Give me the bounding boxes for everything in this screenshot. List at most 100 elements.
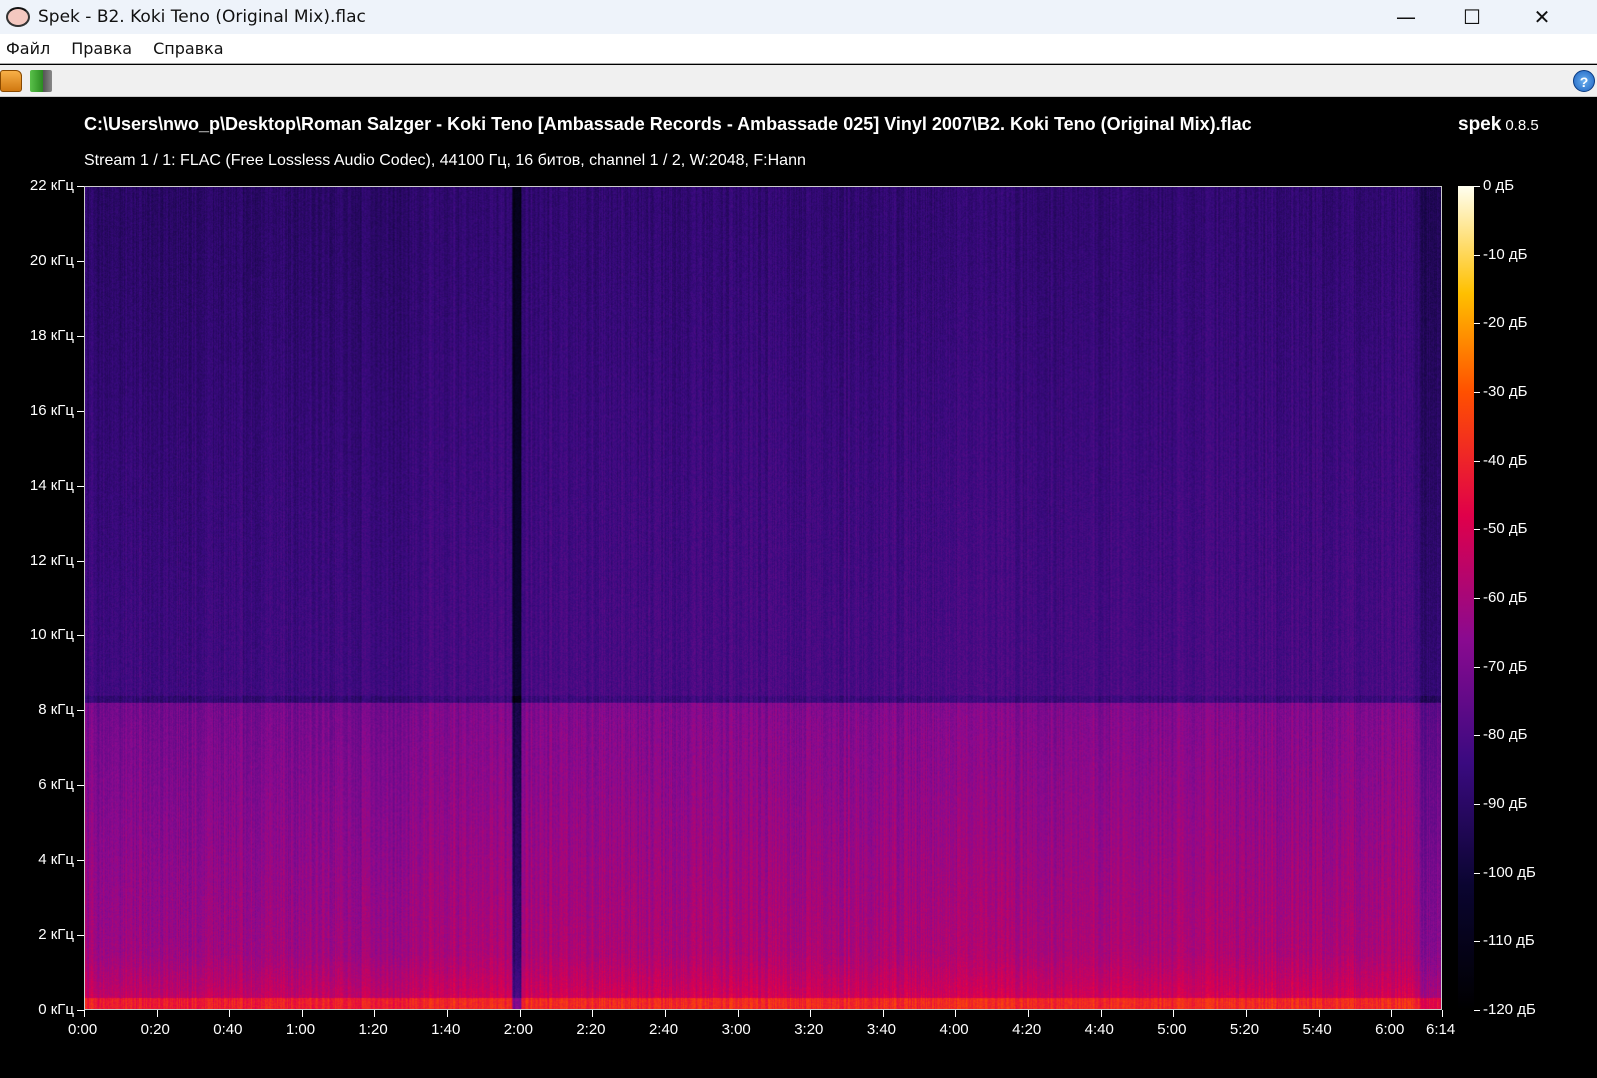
time-tick: [1391, 1010, 1392, 1017]
time-tick-label: 3:40: [867, 1021, 896, 1038]
freq-tick-label: 12 кГц: [4, 552, 74, 569]
time-tick: [883, 1010, 884, 1017]
time-tick: [810, 1010, 811, 1017]
stream-info: Stream 1 / 1: FLAC (Free Lossless Audio …: [84, 152, 806, 170]
maximize-button[interactable]: ☐: [1437, 0, 1507, 34]
db-tick-label: -110 дБ: [1483, 932, 1535, 949]
time-tick-label: 0:00: [68, 1021, 97, 1038]
freq-tick: [77, 561, 84, 562]
title-bar: Spek - B2. Koki Teno (Original Mix).flac…: [0, 0, 1597, 34]
time-tick-label: 1:40: [431, 1021, 460, 1038]
time-tick-label: 1:20: [358, 1021, 387, 1038]
freq-tick: [77, 710, 84, 711]
time-tick: [84, 1010, 85, 1017]
spectrogram: [84, 186, 1442, 1010]
window-title: Spek - B2. Koki Teno (Original Mix).flac: [38, 7, 366, 27]
freq-tick-label: 4 кГц: [4, 851, 74, 868]
db-tick-label: -80 дБ: [1483, 726, 1527, 743]
freq-tick-label: 18 кГц: [4, 327, 74, 344]
time-tick-label: 0:40: [213, 1021, 242, 1038]
db-tick: [1474, 1010, 1480, 1011]
db-tick: [1474, 598, 1480, 599]
db-tick: [1474, 323, 1480, 324]
freq-tick-label: 20 кГц: [4, 252, 74, 269]
db-tick-label: -90 дБ: [1483, 795, 1527, 812]
menu-help[interactable]: Справка: [153, 39, 224, 58]
spek-brand: spek 0.8.5: [1458, 114, 1539, 136]
db-tick: [1474, 186, 1480, 187]
freq-tick-label: 16 кГц: [4, 402, 74, 419]
freq-tick-label: 2 кГц: [4, 926, 74, 943]
db-tick-label: -100 дБ: [1483, 864, 1536, 881]
freq-tick-label: 6 кГц: [4, 776, 74, 793]
time-tick-label: 6:00: [1375, 1021, 1404, 1038]
db-tick: [1474, 941, 1480, 942]
minimize-button[interactable]: —: [1371, 0, 1441, 34]
freq-tick: [77, 186, 84, 187]
time-tick: [302, 1010, 303, 1017]
freq-tick: [77, 1010, 84, 1011]
help-icon[interactable]: ?: [1573, 70, 1595, 92]
db-tick-label: -50 дБ: [1483, 520, 1527, 537]
time-tick-label: 3:00: [722, 1021, 751, 1038]
db-tick-label: -60 дБ: [1483, 589, 1527, 606]
version: 0.8.5: [1505, 117, 1538, 134]
freq-tick-label: 10 кГц: [4, 626, 74, 643]
time-tick-label: 4:20: [1012, 1021, 1041, 1038]
time-tick-label: 3:20: [794, 1021, 823, 1038]
freq-tick: [77, 635, 84, 636]
db-tick: [1474, 529, 1480, 530]
db-colorbar: [1458, 186, 1474, 1010]
db-tick-label: -30 дБ: [1483, 383, 1527, 400]
time-tick: [229, 1010, 230, 1017]
db-tick-label: 0 дБ: [1483, 177, 1514, 194]
db-tick: [1474, 804, 1480, 805]
freq-tick: [77, 411, 84, 412]
db-tick-label: -120 дБ: [1483, 1001, 1536, 1018]
time-tick: [1319, 1010, 1320, 1017]
time-tick: [447, 1010, 448, 1017]
time-tick-label: 5:00: [1157, 1021, 1186, 1038]
time-tick: [1101, 1010, 1102, 1017]
db-tick-label: -70 дБ: [1483, 658, 1527, 675]
freq-tick: [77, 261, 84, 262]
time-tick-label: 5:20: [1230, 1021, 1259, 1038]
time-tick: [1442, 1010, 1443, 1017]
time-tick: [374, 1010, 375, 1017]
freq-tick: [77, 785, 84, 786]
db-tick-label: -40 дБ: [1483, 452, 1527, 469]
time-tick-label: 4:40: [1085, 1021, 1114, 1038]
db-tick: [1474, 392, 1480, 393]
time-tick: [1173, 1010, 1174, 1017]
close-button[interactable]: ✕: [1507, 0, 1577, 34]
time-tick-label: 6:14: [1426, 1021, 1455, 1038]
menu-bar: Файл Правка Справка: [0, 34, 1597, 64]
time-tick-label: 2:20: [576, 1021, 605, 1038]
db-tick: [1474, 255, 1480, 256]
freq-tick: [77, 935, 84, 936]
time-tick: [1246, 1010, 1247, 1017]
freq-tick-label: 22 кГц: [4, 177, 74, 194]
time-tick: [1028, 1010, 1029, 1017]
time-tick-label: 2:00: [504, 1021, 533, 1038]
freq-tick: [77, 860, 84, 861]
time-tick: [738, 1010, 739, 1017]
brand-name: spek: [1458, 114, 1501, 135]
folder-open-icon[interactable]: [0, 70, 22, 92]
time-tick-label: 0:20: [141, 1021, 170, 1038]
menu-file[interactable]: Файл: [6, 39, 50, 58]
db-tick: [1474, 873, 1480, 874]
time-tick-label: 4:00: [939, 1021, 968, 1038]
freq-tick: [77, 336, 84, 337]
freq-tick: [77, 486, 84, 487]
db-tick: [1474, 667, 1480, 668]
time-tick-label: 5:40: [1303, 1021, 1332, 1038]
db-tick-label: -20 дБ: [1483, 314, 1527, 331]
file-path: C:\Users\nwo_p\Desktop\Roman Salzger - K…: [84, 114, 1252, 135]
time-tick: [520, 1010, 521, 1017]
menu-edit[interactable]: Правка: [71, 39, 132, 58]
freq-tick-label: 0 кГц: [4, 1001, 74, 1018]
spek-app-icon: [6, 7, 30, 27]
freq-tick-label: 14 кГц: [4, 477, 74, 494]
reload-icon[interactable]: [30, 70, 52, 92]
